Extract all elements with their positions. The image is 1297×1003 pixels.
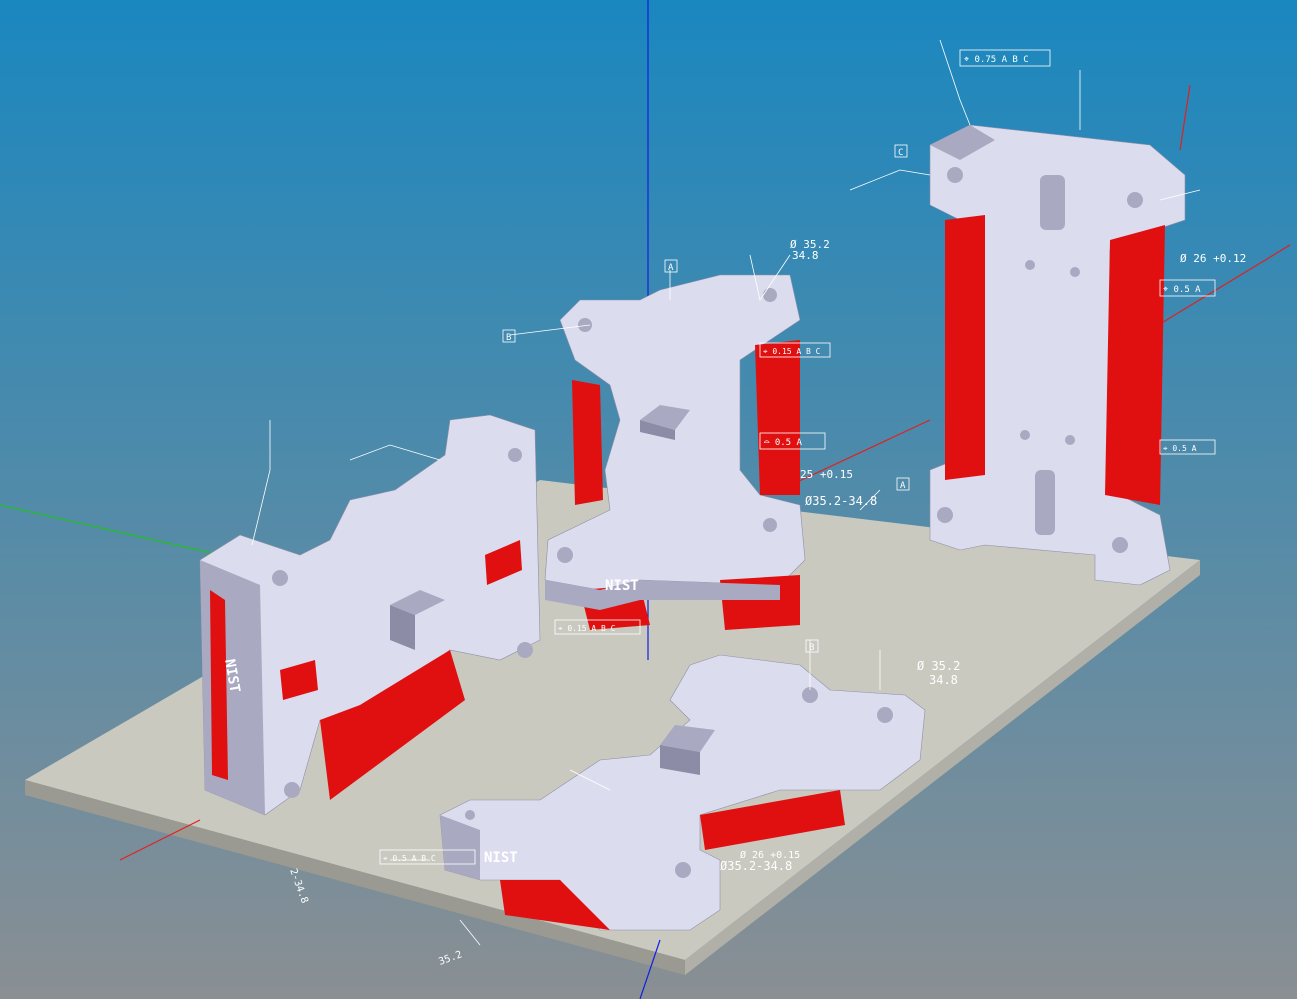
svg-text:⌖ 0.15 A B C: ⌖ 0.15 A B C [558,624,616,633]
svg-text:⌖ 0.15 A B C: ⌖ 0.15 A B C [763,347,821,356]
svg-text:A: A [668,263,674,273]
cad-3d-viewport[interactable]: NIST NIST NIST Ø 35.2 34.8 Ø35.2-34.8 Ø3… [0,0,1297,1000]
svg-text:⌖ 0.75 A B C: ⌖ 0.75 A B C [964,55,1029,65]
dim-tolerance-front-right: 34.8 [929,673,958,687]
svg-text:B: B [506,333,511,343]
svg-text:⌖ 0.5 A: ⌖ 0.5 A [1163,285,1201,295]
dim-diameter-center: Ø35.2-34.8 [805,494,877,508]
dim-diameter-front-right: Ø 35.2 [917,659,960,673]
dim-diameter-right: Ø 26 +0.12 [1180,252,1246,265]
dim-diameter-front: Ø35.2-34.8 [720,859,792,873]
dim-diameter-front-2: Ø 26 +0.15 [740,849,800,861]
dim-width-center: 25 +0.15 [800,468,853,481]
nist-logo-front: NIST [484,850,518,866]
svg-text:⌖ 0.5 A: ⌖ 0.5 A [1163,444,1197,453]
svg-text:B: B [809,643,814,653]
svg-text:C: C [898,148,903,158]
dim-tolerance-top: 34.8 [792,249,819,262]
part-center-fixture[interactable]: NIST [544,274,806,630]
nist-logo-center: NIST [605,578,639,594]
svg-text:A: A [900,481,906,491]
part-right-fixture[interactable] [929,124,1186,586]
svg-text:⌓ 0.5 A: ⌓ 0.5 A [764,438,803,448]
svg-text:⌖ 0.5 A B C: ⌖ 0.5 A B C [383,854,436,863]
cad-scene: NIST NIST NIST Ø 35.2 34.8 Ø35.2-34.8 Ø3… [0,0,1297,1000]
